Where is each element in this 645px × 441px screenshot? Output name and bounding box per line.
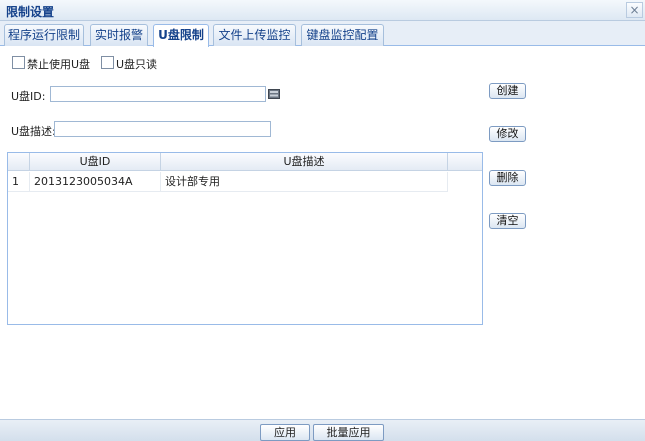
- tab-usb-limit[interactable]: U盘限制: [153, 24, 209, 47]
- delete-button[interactable]: 删除: [489, 170, 526, 186]
- usb-desc-input[interactable]: [54, 121, 271, 137]
- disable-usb-label: 禁止使用U盘: [27, 58, 91, 71]
- clear-button[interactable]: 清空: [489, 213, 526, 229]
- modify-button[interactable]: 修改: [489, 126, 526, 142]
- header-rownum: [8, 153, 30, 171]
- title-bar: 限制设置 ×: [0, 0, 645, 21]
- tab-strip: 程序运行限制 实时报警 U盘限制 文件上传监控 键盘监控配置: [0, 21, 645, 47]
- tab-label: 文件上传监控: [218, 28, 291, 42]
- usb-picker-icon[interactable]: [268, 88, 280, 100]
- tab-label: 实时报警: [94, 28, 143, 42]
- row-usb-id: 2013123005034A: [30, 172, 161, 192]
- tab-keyboard-monitor[interactable]: 键盘监控配置: [301, 24, 384, 46]
- usb-id-input[interactable]: [50, 86, 266, 102]
- bottom-toolbar: 应用 批量应用: [0, 419, 645, 441]
- disable-usb-checkbox[interactable]: [12, 56, 25, 69]
- usb-id-label: U盘ID:: [11, 90, 46, 103]
- row-number: 1: [8, 172, 30, 192]
- usb-readonly-checkbox[interactable]: [101, 56, 114, 69]
- header-usb-id[interactable]: U盘ID: [30, 153, 161, 171]
- tab-label: 程序运行限制: [7, 28, 80, 42]
- tab-program-limit[interactable]: 程序运行限制: [4, 24, 84, 46]
- close-button[interactable]: ×: [626, 2, 643, 18]
- tab-file-upload-monitor[interactable]: 文件上传监控: [213, 24, 296, 46]
- window-title: 限制设置: [6, 5, 55, 19]
- close-icon: ×: [629, 3, 640, 17]
- table-row[interactable]: 1 2013123005034A 设计部专用: [8, 172, 448, 192]
- header-usb-desc[interactable]: U盘描述: [161, 153, 448, 171]
- usb-desc-label: U盘描述:: [11, 125, 56, 138]
- table-header: U盘ID U盘描述: [8, 153, 482, 171]
- row-usb-desc: 设计部专用: [161, 172, 448, 192]
- apply-button[interactable]: 应用: [260, 424, 310, 441]
- tab-label: 键盘监控配置: [306, 28, 379, 42]
- usb-table: U盘ID U盘描述 1 2013123005034A 设计部专用: [7, 152, 483, 325]
- batch-apply-button[interactable]: 批量应用: [313, 424, 384, 441]
- usb-readonly-label: U盘只读: [116, 58, 158, 71]
- tab-realtime-alarm[interactable]: 实时报警: [90, 24, 148, 46]
- usb-limit-panel: 禁止使用U盘 U盘只读 U盘ID: U盘描述: 创建 修改 删除 清空 U盘ID…: [0, 46, 645, 419]
- tab-label: U盘限制: [158, 28, 204, 42]
- create-button[interactable]: 创建: [489, 83, 526, 99]
